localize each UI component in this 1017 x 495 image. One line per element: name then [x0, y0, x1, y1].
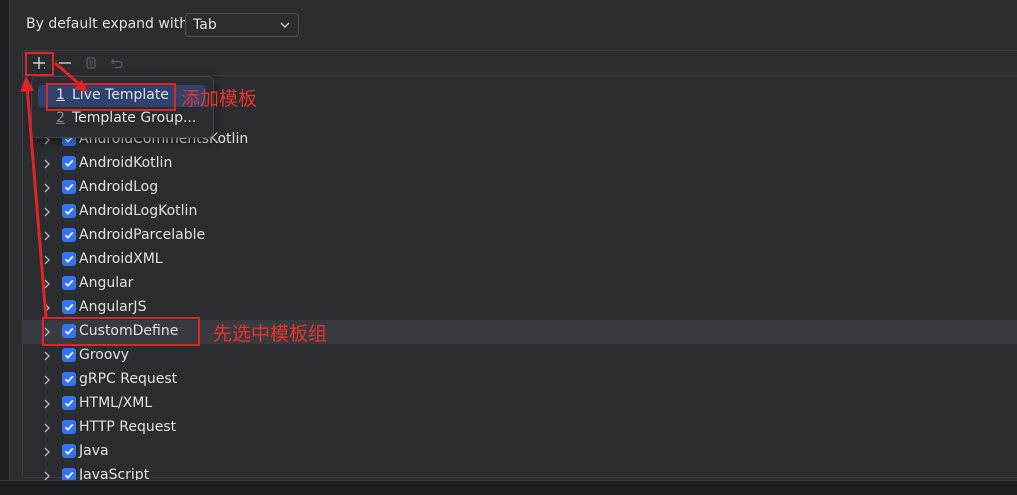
checkbox[interactable]: [62, 444, 76, 458]
tree-item-label: AndroidParcelable: [79, 227, 206, 243]
tree-item-label: AndroidXML: [79, 251, 163, 267]
menu-item-template-group[interactable]: 2 Template Group...: [38, 108, 206, 130]
checkmark-icon: [64, 447, 74, 455]
tree-row[interactable]: Java: [23, 440, 1017, 464]
checkbox[interactable]: [62, 276, 76, 290]
checkmark-icon: [64, 255, 74, 263]
tree-item-label: Angular: [79, 275, 134, 291]
checkmark-icon: [64, 351, 74, 359]
checkmark-icon: [64, 159, 74, 167]
tree-row[interactable]: AndroidLog: [23, 176, 1017, 200]
chevron-right-icon[interactable]: [42, 206, 52, 218]
checkbox[interactable]: [62, 204, 76, 218]
annotation-box-custom-define: [42, 317, 200, 346]
tree-item-label: AngularJS: [79, 299, 147, 315]
checkmark-icon: [64, 183, 74, 191]
checkmark-icon: [64, 303, 74, 311]
remove-button[interactable]: [55, 53, 75, 73]
expand-with-value: Tab: [193, 17, 217, 33]
annotation-box-live-template: [46, 83, 176, 111]
expand-with-label: By default expand with: [26, 16, 189, 32]
checkmark-icon: [64, 279, 74, 287]
checkbox[interactable]: [62, 372, 76, 386]
checkmark-icon: [64, 375, 74, 383]
minus-icon: [59, 62, 71, 64]
tree-item-label: AndroidLogKotlin: [79, 203, 198, 219]
tree-item-label: gRPC Request: [79, 371, 178, 387]
undo-icon: [110, 58, 123, 69]
checkmark-icon: [64, 423, 74, 431]
chevron-right-icon[interactable]: [42, 158, 52, 170]
chevron-right-icon[interactable]: [42, 182, 52, 194]
chevron-right-icon[interactable]: [42, 446, 52, 458]
expand-with-select[interactable]: Tab: [185, 13, 299, 37]
annotation-text-add-template: 添加模板: [181, 88, 258, 110]
chevron-down-icon: [280, 22, 290, 28]
checkbox[interactable]: [62, 348, 76, 362]
tree-row[interactable]: HTTP Request: [23, 416, 1017, 440]
annotation-box-add-button: [25, 52, 54, 76]
chevron-right-icon[interactable]: [42, 302, 52, 314]
chevron-right-icon[interactable]: [42, 398, 52, 410]
checkbox[interactable]: [62, 396, 76, 410]
chevron-right-icon[interactable]: [42, 230, 52, 242]
chevron-right-icon[interactable]: [42, 254, 52, 266]
bottom-panel-edge: [0, 480, 1017, 495]
copy-button[interactable]: [81, 53, 101, 73]
checkbox[interactable]: [62, 420, 76, 434]
tree-row[interactable]: HTML/XML: [23, 392, 1017, 416]
tree-row[interactable]: AndroidParcelable: [23, 224, 1017, 248]
tree-row[interactable]: gRPC Request: [23, 368, 1017, 392]
menu-item-mnemonic: 2: [56, 110, 65, 126]
menu-item-label: Template Group...: [72, 110, 197, 126]
left-panel-edge: [0, 0, 10, 494]
copy-icon: [86, 57, 96, 69]
tree-item-label: Groovy: [79, 347, 129, 363]
tree-item-label: AndroidKotlin: [79, 155, 173, 171]
checkbox[interactable]: [62, 252, 76, 266]
tree-row[interactable]: Groovy: [23, 344, 1017, 368]
tree-item-label: HTTP Request: [79, 419, 177, 435]
revert-button[interactable]: [107, 53, 127, 73]
tree-item-label: HTML/XML: [79, 395, 153, 411]
annotation-text-select-group: 先选中模板组: [213, 323, 328, 345]
chevron-right-icon[interactable]: [42, 350, 52, 362]
checkmark-icon: [64, 207, 74, 215]
tree-item-label: AndroidLog: [79, 179, 159, 195]
tree-row[interactable]: Angular: [23, 272, 1017, 296]
tree-row[interactable]: AndroidXML: [23, 248, 1017, 272]
chevron-right-icon[interactable]: [42, 422, 52, 434]
tree-item-label: Java: [79, 443, 109, 459]
chevron-right-icon[interactable]: [42, 374, 52, 386]
checkbox[interactable]: [62, 228, 76, 242]
checkmark-icon: [64, 231, 74, 239]
chevron-right-icon[interactable]: [42, 278, 52, 290]
tree-row[interactable]: AndroidKotlin: [23, 152, 1017, 176]
checkbox[interactable]: [62, 156, 76, 170]
checkbox[interactable]: [62, 180, 76, 194]
checkbox[interactable]: [62, 300, 76, 314]
tree-row[interactable]: AndroidLogKotlin: [23, 200, 1017, 224]
checkmark-icon: [64, 399, 74, 407]
